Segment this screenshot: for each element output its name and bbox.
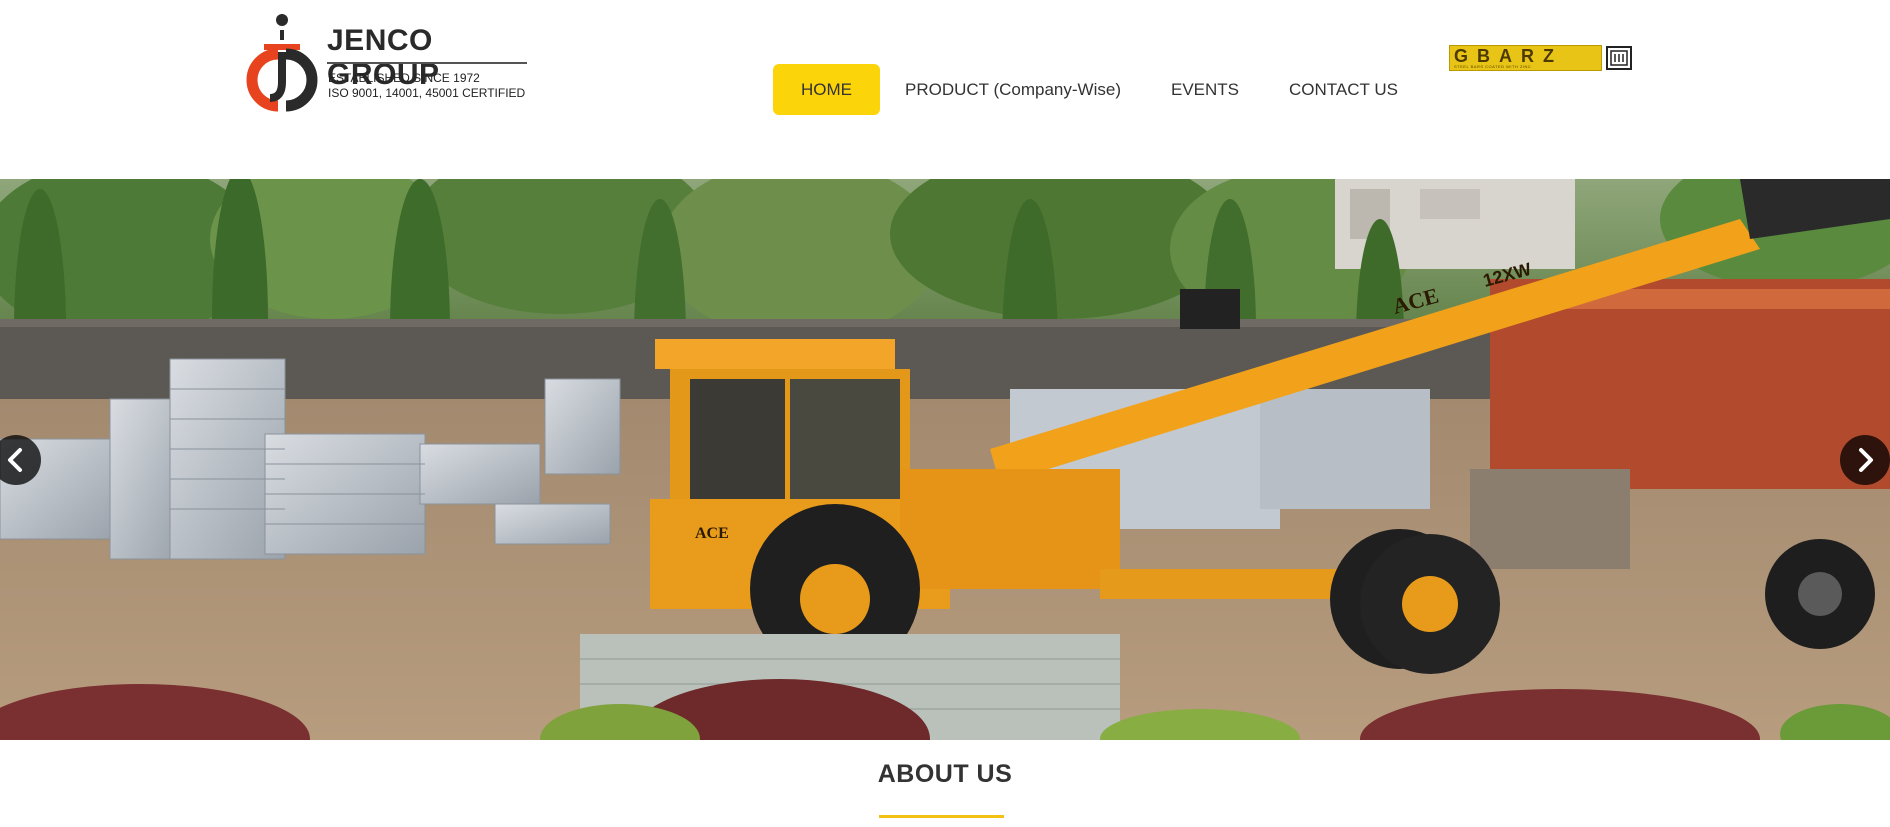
about-heading: ABOUT US [877, 760, 1013, 788]
brand-tagline: ESTABLISHED SINCE 1972 [328, 71, 480, 85]
site-header: JENCO GROUP ESTABLISHED SINCE 1972 ISO 9… [0, 0, 1890, 179]
slider-next-button[interactable] [1840, 435, 1890, 485]
gbarz-logo-text: GBARZ [1454, 46, 1563, 66]
nav-home[interactable]: HOME [773, 64, 880, 115]
crane-body-brand-label: ACE [695, 525, 729, 542]
gbarz-logo-subtext: STEEL BARS COATED WITH ZINC [1454, 64, 1532, 69]
slider-prev-button[interactable] [0, 435, 41, 485]
main-nav: HOME PRODUCT (Company-Wise) EVENTS CONTA… [773, 64, 1423, 115]
chevron-left-icon [8, 448, 22, 472]
hero-slide-image: ACE 12XW ACE [0, 179, 1890, 740]
brand-logo[interactable]: JENCO GROUP ESTABLISHED SINCE 1972 ISO 9… [242, 12, 542, 112]
nav-events[interactable]: EVENTS [1146, 64, 1264, 115]
nav-product-company-wise[interactable]: PRODUCT (Company-Wise) [880, 64, 1146, 115]
hero-slider[interactable]: ACE 12XW ACE [0, 179, 1890, 740]
chevron-right-icon [1859, 448, 1873, 472]
gbarz-logo: GBARZ STEEL BARS COATED WITH ZINC [1449, 45, 1602, 71]
nav-contact-us[interactable]: CONTACT US [1264, 64, 1423, 115]
logo-divider [327, 62, 527, 64]
about-heading-underline [879, 815, 1004, 818]
isi-mark-icon [1606, 46, 1632, 70]
brand-certification: ISO 9001, 14001, 45001 CERTIFIED [328, 86, 526, 100]
jenco-logo-mark-icon [246, 14, 318, 112]
